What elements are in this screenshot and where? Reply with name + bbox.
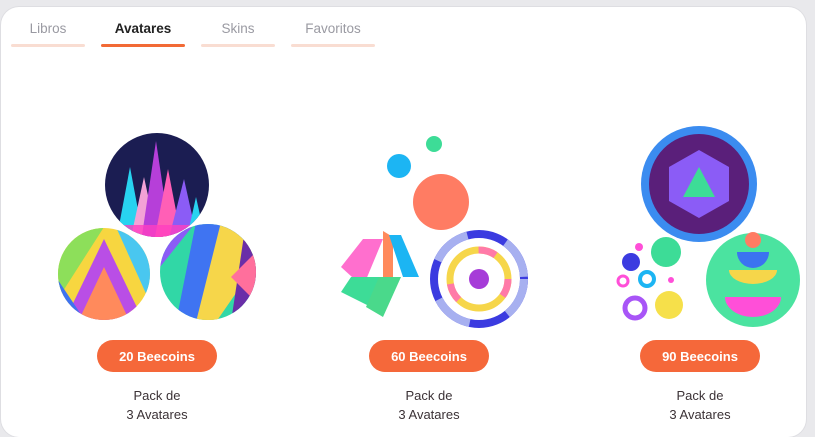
- tab-libros[interactable]: Libros: [11, 21, 85, 55]
- pack-3-line2: 3 Avatares: [669, 407, 731, 422]
- tab-skins[interactable]: Skins: [201, 21, 275, 55]
- tab-libros-underline: [11, 44, 85, 47]
- avatar-triangles: [58, 228, 150, 320]
- pack-1-line1: Pack de: [133, 388, 181, 403]
- pack-2-line2: 3 Avatares: [398, 407, 460, 422]
- pack-1-description: Pack de 3 Avatares: [77, 386, 237, 424]
- pack-1-price-button[interactable]: 20 Beecoins: [97, 340, 217, 372]
- avatar-rings: [430, 230, 528, 328]
- pack-2-avatars-image[interactable]: [321, 127, 561, 332]
- avatar-store-card: Libros Avatares Skins Favoritos 20 Beeco…: [1, 7, 806, 437]
- tab-favoritos-underline: [291, 44, 375, 47]
- pack-2-price-button[interactable]: 60 Beecoins: [369, 340, 489, 372]
- tab-avatares[interactable]: Avatares: [101, 21, 185, 55]
- tab-libros-label: Libros: [29, 21, 67, 36]
- pack-3-description: Pack de 3 Avatares: [620, 386, 780, 424]
- avatar-stripes: [160, 224, 256, 320]
- tab-skins-underline: [201, 44, 275, 47]
- tab-avatares-label: Avatares: [114, 21, 172, 36]
- tab-avatares-underline: [101, 44, 185, 47]
- tab-favoritos[interactable]: Favoritos: [291, 21, 375, 55]
- avatar-stack: [706, 232, 800, 327]
- pack-2-line1: Pack de: [405, 388, 453, 403]
- pack-3-avatars-image[interactable]: [601, 122, 815, 327]
- pack-3-price-button[interactable]: 90 Beecoins: [640, 340, 760, 372]
- pack-3-line1: Pack de: [676, 388, 724, 403]
- pack-1-avatars-image[interactable]: [46, 127, 286, 332]
- pack-1-line2: 3 Avatares: [126, 407, 188, 422]
- avatar-dots: [616, 237, 683, 321]
- avatar-pinwheel: [341, 231, 419, 317]
- tab-skins-label: Skins: [221, 21, 255, 36]
- tab-favoritos-label: Favoritos: [305, 21, 361, 36]
- pack-2-description: Pack de 3 Avatares: [349, 386, 509, 424]
- avatar-hexagon: [641, 126, 757, 242]
